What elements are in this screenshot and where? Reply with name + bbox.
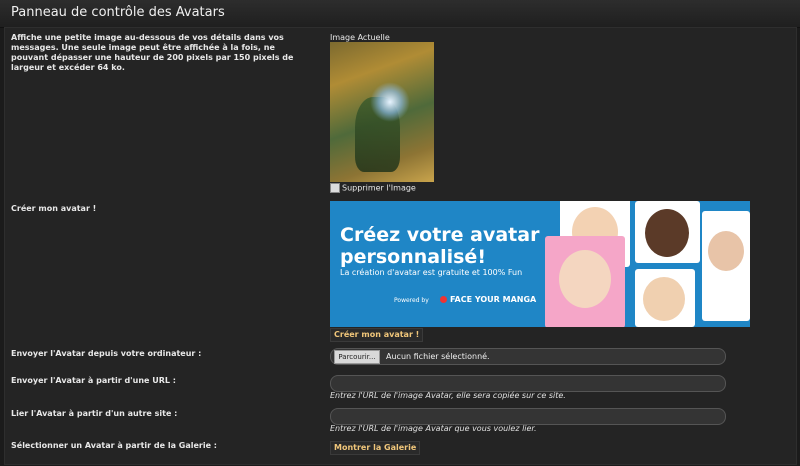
manga-face-card-3 (635, 201, 700, 263)
manga-face-card-4 (635, 269, 695, 327)
browse-button[interactable]: Parcourir... (334, 350, 380, 364)
create-avatar-label: Créer mon avatar ! (11, 204, 97, 213)
brand-logo-icon (440, 296, 447, 303)
delete-image-label: Supprimer l'Image (342, 183, 416, 193)
manga-face-card-5 (702, 211, 750, 321)
current-avatar-image (330, 42, 434, 182)
gallery-label: Sélectionner un Avatar à partir de la Ga… (11, 441, 217, 450)
delete-image-checkbox[interactable] (330, 183, 340, 193)
upload-label: Envoyer l'Avatar depuis votre ordinateur… (11, 349, 202, 358)
avatar-control-panel: Panneau de contrôle des Avatars Affiche … (0, 0, 800, 466)
delete-image-row: Supprimer l'Image (330, 183, 416, 193)
link-remote-label: Lier l'Avatar à partir d'un autre site : (11, 409, 178, 418)
manga-face-icon (708, 231, 744, 271)
manga-face-icon (559, 250, 611, 308)
file-status: Aucun fichier sélectionné. (386, 352, 490, 361)
url-upload-input[interactable] (330, 375, 726, 392)
panel-title: Panneau de contrôle des Avatars (11, 5, 225, 20)
show-gallery-button[interactable]: Montrer la Galerie (330, 441, 421, 455)
current-image-label: Image Actuelle (330, 33, 390, 42)
manga-face-icon (643, 277, 685, 321)
avatar-glow (370, 82, 410, 122)
manga-face-icon (645, 209, 689, 257)
link-remote-hint: Entrez l'URL de l'image Avatar que vous … (330, 424, 537, 433)
banner-subtitle: La création d'avatar est gratuite et 100… (340, 268, 523, 277)
link-remote-input[interactable] (330, 408, 726, 425)
face-your-manga-banner[interactable]: Créez votre avatar personnalisé! La créa… (330, 201, 750, 327)
url-upload-label: Envoyer l'Avatar à partir d'une URL : (11, 376, 176, 385)
create-avatar-button[interactable]: Créer mon avatar ! (330, 328, 424, 342)
panel-header: Panneau de contrôle des Avatars (0, 0, 800, 28)
manga-face-card-2 (545, 236, 625, 327)
url-upload-hint: Entrez l'URL de l'image Avatar, elle ser… (330, 391, 566, 400)
banner-title: Créez votre avatar personnalisé! (340, 224, 540, 268)
avatar-description: Affiche une petite image au-dessous de v… (11, 33, 294, 72)
banner-powered-by: Powered by (394, 297, 429, 304)
banner-brand: FACE YOUR MANGA (440, 295, 536, 304)
